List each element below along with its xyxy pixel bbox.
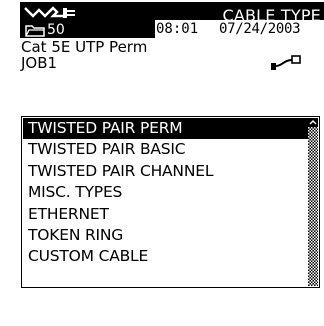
scrollbar[interactable] bbox=[308, 118, 318, 286]
folder-icon bbox=[25, 25, 45, 37]
folder-count: 50 bbox=[47, 22, 65, 38]
list-item[interactable]: ETHERNET bbox=[23, 204, 308, 225]
device-screen: CABLE TYPE 50 08:01 07/24/2003 Cat 5E UT… bbox=[0, 0, 324, 326]
list-item[interactable]: TWISTED PAIR BASIC bbox=[23, 139, 308, 160]
list-item[interactable]: TWISTED PAIR CHANNEL bbox=[23, 161, 308, 182]
scroll-up-arrow-icon[interactable] bbox=[308, 118, 318, 127]
list-item[interactable]: CUSTOM CABLE bbox=[23, 246, 308, 267]
list-item[interactable]: MISC. TYPES bbox=[23, 182, 308, 203]
list-item[interactable]: TOKEN RING bbox=[23, 225, 308, 246]
date-display: 07/24/2003 bbox=[219, 21, 301, 37]
cable-connector-icon bbox=[271, 55, 301, 70]
list-item[interactable]: TWISTED PAIR PERM bbox=[23, 118, 308, 140]
job-name: JOB1 bbox=[21, 54, 58, 72]
fluke-logo-icon bbox=[24, 6, 75, 18]
time-display: 08:01 bbox=[156, 21, 199, 37]
list-items: TWISTED PAIR PERM TWISTED PAIR BASIC TWI… bbox=[23, 118, 308, 268]
scroll-track[interactable] bbox=[308, 127, 318, 286]
cable-type-list[interactable]: TWISTED PAIR PERM TWISTED PAIR BASIC TWI… bbox=[21, 116, 320, 288]
